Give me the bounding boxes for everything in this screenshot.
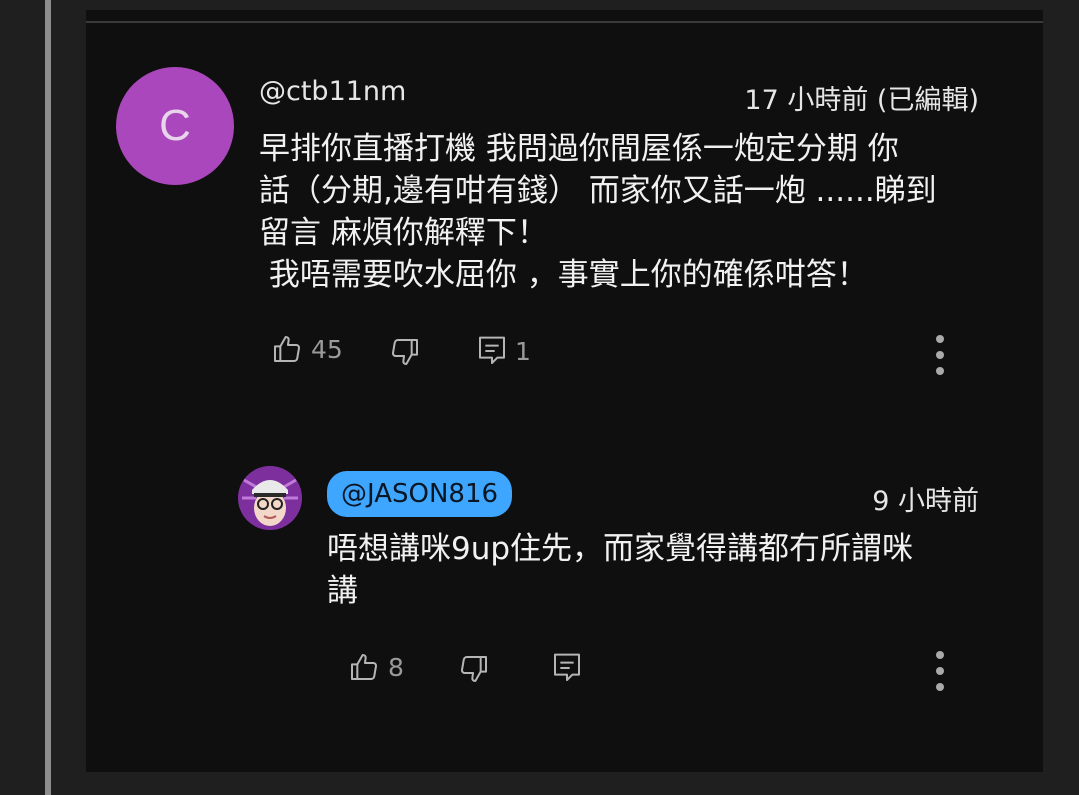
thumbs-up-icon — [271, 333, 303, 365]
comment-author[interactable]: @ctb11nm — [259, 76, 406, 107]
comment-text-line: 留言 麻煩你解釋下！ — [259, 215, 548, 251]
avatar-image — [238, 466, 302, 530]
comment-timestamp: 17 小時前 (已編輯) — [744, 85, 979, 116]
replies-button[interactable]: 1 — [477, 335, 531, 367]
top-divider — [86, 21, 1043, 23]
reply-like-button[interactable]: 8 — [348, 651, 404, 683]
avatar-letter: C — [159, 101, 191, 150]
reply-timestamp: 9 小時前 — [872, 486, 979, 517]
like-button[interactable]: 45 — [271, 333, 343, 365]
reply-comment-icon — [552, 652, 582, 684]
reply-more-vertical-icon[interactable] — [935, 651, 945, 691]
reply-like-count: 8 — [388, 652, 404, 682]
comment-text-line: 話（分期,邊有咁有錢） 而家你又話一炮 ......睇到 — [259, 173, 937, 209]
thumbs-down-icon — [389, 336, 421, 368]
comment-text: 早排你直播打機 我問過你間屋係一炮定分期 你話（分期,邊有咁有錢） 而家你又話一… — [259, 128, 1019, 296]
thumbs-down-icon — [458, 653, 490, 685]
more-vertical-icon[interactable] — [935, 335, 945, 375]
like-count: 45 — [311, 334, 343, 364]
reply-author-chip[interactable]: @JASON816 — [327, 471, 513, 517]
reply-dislike-button[interactable] — [458, 653, 490, 685]
reply-text: 唔想講咪9up住先，而家覺得講都冇所謂咪講 — [327, 528, 1007, 612]
comment-text-line: 早排你直播打機 我問過你間屋係一炮定分期 你 — [259, 131, 899, 167]
reply-reply-button[interactable] — [552, 652, 582, 684]
comment-text-line: 我唔需要吹水屈你 ，事實上你的確係咁答！ — [259, 257, 868, 293]
reply-text-line: 講 — [327, 573, 358, 609]
reply-count: 1 — [515, 336, 531, 366]
reply-comment-icon — [477, 335, 507, 367]
thumbs-up-icon — [348, 651, 380, 683]
comments-panel: C @ctb11nm 17 小時前 (已編輯) 早排你直播打機 我問過你間屋係一… — [86, 10, 1043, 772]
avatar[interactable]: C — [116, 67, 234, 185]
reply-avatar[interactable] — [238, 466, 302, 530]
left-scroll-rail — [45, 0, 51, 795]
reply-text-line: 唔想講咪9up住先，而家覺得講都冇所謂咪 — [327, 531, 914, 567]
dislike-button[interactable] — [389, 336, 421, 368]
